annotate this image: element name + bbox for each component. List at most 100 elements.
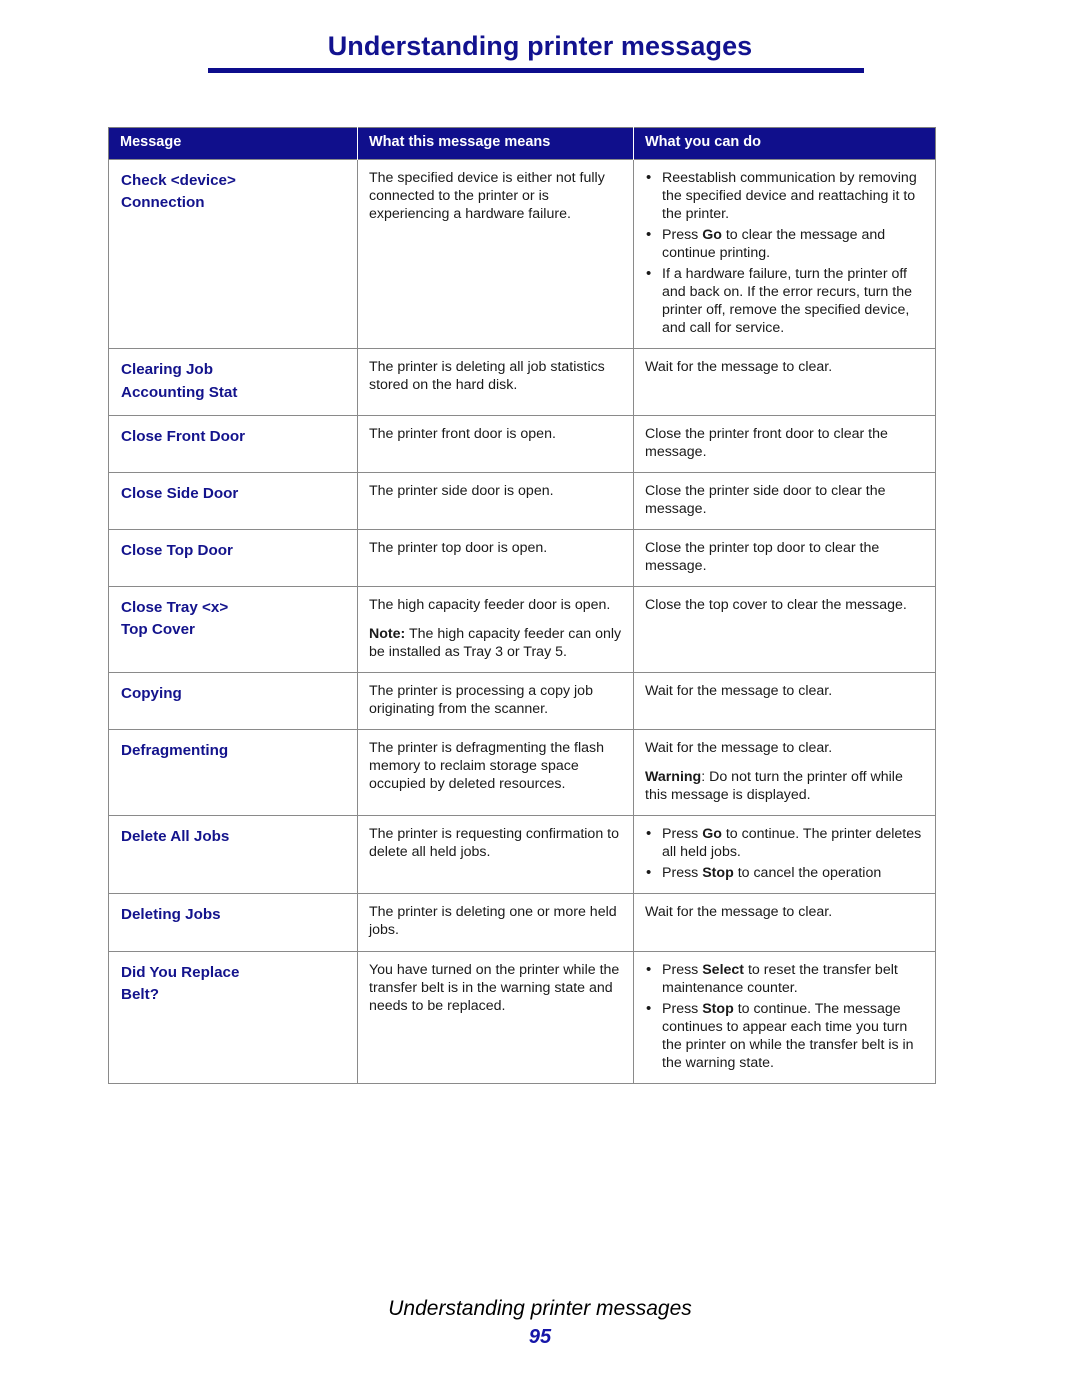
- message-action-cell: Wait for the message to clear.: [633, 672, 936, 731]
- table-row: Copying The printer is processing a copy …: [108, 672, 936, 731]
- table-row: Close Side Door The printer side door is …: [108, 471, 936, 531]
- meaning-text: The printer is deleting one or more held…: [369, 904, 617, 939]
- bullet-icon: •: [646, 265, 652, 283]
- message-meaning-cell: The printer front door is open.: [357, 414, 634, 473]
- message-meaning-cell: The specified device is either not fully…: [357, 158, 634, 350]
- message-name-line: Copying: [121, 685, 182, 703]
- warning-text: Warning: Do not turn the printer off whi…: [645, 769, 903, 804]
- table-body: Check <device> Connection The specified de…: [108, 158, 936, 1084]
- table-row: Close Front Door The printer front door i…: [108, 414, 936, 473]
- message-name-line: Close Top Door: [121, 542, 233, 560]
- message-name-line: Top Cover: [121, 621, 195, 639]
- note-label: Note:: [369, 626, 406, 643]
- page-header: Understanding printer messages: [0, 31, 1080, 62]
- action-bullet-list: • Press Go to continue. The printer delet…: [645, 825, 924, 882]
- action-text: Wait for the message to clear.: [645, 904, 833, 921]
- message-name-cell: Defragmenting: [108, 729, 358, 817]
- table-row: Defragmenting The printer is defragmentin…: [108, 729, 936, 817]
- bullet-icon: •: [646, 226, 652, 244]
- message-name-line: Belt?: [121, 985, 159, 1003]
- table-row: Deleting Jobs The printer is deleting one…: [108, 893, 936, 952]
- message-name-line: Close Tray <x>: [121, 599, 229, 617]
- bullet-icon: •: [646, 999, 652, 1017]
- column-header-message: Message: [108, 127, 358, 160]
- meaning-text: The printer is processing a copy job ori…: [369, 683, 593, 718]
- action-text: Wait for the message to clear.: [645, 683, 833, 700]
- message-name-cell: Deleting Jobs: [108, 893, 358, 952]
- message-meaning-cell: The printer side door is open.: [357, 471, 634, 531]
- meaning-text: The printer is requesting confirmation t…: [369, 826, 619, 861]
- message-name-cell: Clearing Job Accounting Stat: [108, 348, 358, 416]
- message-action-cell: • Reestablish communication by removing t…: [633, 158, 936, 350]
- message-name-line: Close Side Door: [121, 484, 239, 502]
- message-action-cell: Wait for the message to clear.: [633, 893, 936, 952]
- page-footer: Understanding printer messages 95: [0, 1296, 1080, 1350]
- message-name-cell: Delete All Jobs: [108, 815, 358, 895]
- column-header-meaning: What this message means: [357, 127, 634, 160]
- note-text: Note: The high capacity feeder can only …: [369, 626, 622, 661]
- footer-section-title: Understanding printer messages: [388, 1297, 692, 1320]
- table-row: Clearing Job Accounting Stat The printer i…: [108, 348, 936, 416]
- message-name-cell: Copying: [108, 672, 358, 731]
- message-meaning-cell: The printer is requesting confirmation t…: [357, 815, 634, 895]
- message-meaning-cell: You have turned on the printer while the…: [357, 950, 634, 1084]
- message-name-cell: Close Front Door: [108, 414, 358, 473]
- message-meaning-cell: The printer is processing a copy job ori…: [357, 672, 634, 731]
- action-text: Wait for the message to clear.: [645, 740, 833, 757]
- action-text: Close the printer front door to clear th…: [645, 425, 888, 460]
- action-text: Wait for the message to clear.: [645, 359, 833, 376]
- bullet-icon: •: [646, 864, 652, 882]
- message-name-line: Did You Replace: [121, 963, 240, 981]
- message-name-line: Connection: [121, 194, 205, 212]
- column-header-action: What you can do: [633, 127, 936, 160]
- message-name-cell: Did You Replace Belt?: [108, 950, 358, 1084]
- table-row: Close Top Door The printer top door is op…: [108, 529, 936, 588]
- page-title: Understanding printer messages: [327, 31, 753, 61]
- message-action-cell: Wait for the message to clear.: [633, 348, 936, 416]
- table-row: Did You Replace Belt? You have turned on t…: [108, 950, 936, 1084]
- action-bullet-item: • Reestablish communication by removing t…: [646, 168, 917, 222]
- message-action-cell: Close the top cover to clear the message…: [633, 586, 936, 674]
- message-meaning-cell: The printer is deleting all job statisti…: [357, 348, 634, 416]
- action-bullet-item: • Press Stop to cancel the operation: [646, 864, 882, 882]
- action-bullet-item: • Press Select to reset the transfer belt…: [646, 960, 898, 996]
- message-action-cell: Close the printer front door to clear th…: [633, 414, 936, 473]
- message-name-cell: Close Side Door: [108, 471, 358, 531]
- message-name-line: Check <device>: [121, 171, 236, 189]
- meaning-text: The printer side door is open.: [369, 482, 554, 499]
- table-row: Delete All Jobs The printer is requesting…: [108, 815, 936, 895]
- action-text: Close the printer top door to clear the …: [645, 540, 880, 575]
- title-underline-rule: [208, 68, 864, 73]
- table-row: Check <device> Connection The specified de…: [108, 158, 936, 350]
- message-name-cell: Close Top Door: [108, 529, 358, 588]
- bullet-icon: •: [646, 168, 652, 186]
- meaning-text: You have turned on the printer while the…: [369, 961, 620, 1014]
- meaning-text: The printer is defragmenting the flash m…: [369, 740, 605, 793]
- message-name-line: Close Front Door: [121, 427, 246, 445]
- action-text: Close the printer side door to clear the…: [645, 482, 886, 517]
- message-action-cell: Close the printer side door to clear the…: [633, 471, 936, 531]
- message-name-cell: Check <device> Connection: [108, 158, 358, 350]
- message-name-line: Delete All Jobs: [121, 828, 230, 846]
- message-name-line: Defragmenting: [121, 742, 229, 760]
- meaning-text: The high capacity feeder door is open.: [369, 597, 611, 614]
- action-bullet-list: • Press Select to reset the transfer belt…: [645, 961, 924, 1072]
- table-header-row: Message What this message means What you…: [108, 127, 936, 160]
- message-name-line: Accounting Stat: [121, 383, 238, 401]
- meaning-text: The printer top door is open.: [369, 540, 548, 557]
- message-action-cell: • Press Select to reset the transfer belt…: [633, 950, 936, 1084]
- message-action-cell: • Press Go to continue. The printer delet…: [633, 815, 936, 895]
- meaning-text: The printer front door is open.: [369, 425, 556, 442]
- message-meaning-cell: The high capacity feeder door is open. No…: [357, 586, 634, 674]
- footer-page-number: 95: [528, 1326, 552, 1349]
- action-bullet-item: • Press Stop to continue. The message con…: [646, 999, 914, 1071]
- warning-label: Warning: [645, 769, 702, 786]
- action-bullet-item: • Press Go to continue. The printer delet…: [646, 825, 922, 861]
- message-meaning-cell: The printer is deleting one or more held…: [357, 893, 634, 952]
- message-meaning-cell: The printer top door is open.: [357, 529, 634, 588]
- action-bullet-list: • Reestablish communication by removing t…: [645, 169, 924, 337]
- meaning-text: The specified device is either not fully…: [369, 169, 605, 222]
- table-row: Close Tray <x> Top Cover The high capacity…: [108, 586, 936, 674]
- message-name-line: Clearing Job: [121, 361, 213, 379]
- printer-messages-table: Message What this message means What you…: [108, 127, 936, 1084]
